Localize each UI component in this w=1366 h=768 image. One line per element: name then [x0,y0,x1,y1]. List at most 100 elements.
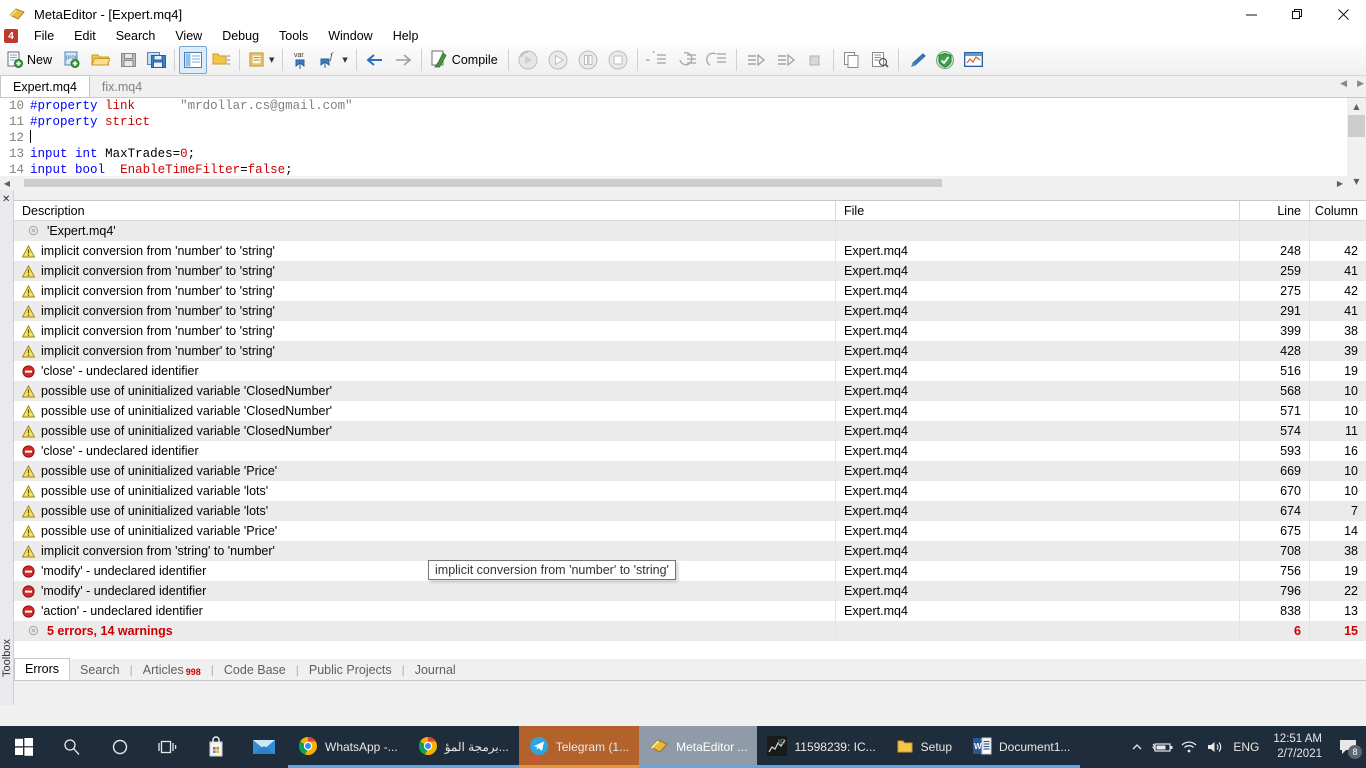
table-row[interactable]: 'Expert.mq4' [14,221,1366,241]
language-indicator[interactable]: ENG [1229,726,1263,768]
table-row[interactable]: implicit conversion from 'number' to 'st… [14,321,1366,341]
hscroll-track[interactable] [14,176,1333,190]
column-header-description[interactable]: Description [14,201,836,220]
mdi-document-icon[interactable]: 4 [4,29,18,43]
tbx-tab-errors[interactable]: Errors [14,658,70,680]
toggle-toolbox-button[interactable] [207,46,235,74]
table-row[interactable]: possible use of uninitialized variable '… [14,521,1366,541]
table-row[interactable]: implicit conversion from 'number' to 'st… [14,281,1366,301]
save-button[interactable] [114,46,142,74]
column-header-column[interactable]: Column [1310,201,1366,220]
close-icon[interactable]: ✕ [2,194,10,205]
taskbar-item-metatrader[interactable]: IC 11598239: IC... [757,726,885,768]
doctab-expert-mq4[interactable]: Expert.mq4 [0,75,90,97]
tbx-tab-public-projects[interactable]: Public Projects [299,659,402,680]
step-over-button[interactable] [672,46,702,74]
search-taskbar-button[interactable] [48,726,96,768]
start-button[interactable] [0,726,48,768]
tbx-tab-search[interactable]: Search [70,659,130,680]
editor-vertical-scrollbar[interactable]: ▲ ▼ [1347,98,1366,190]
insert-function-button[interactable]: f ▼ [315,46,351,74]
pause-debug-button[interactable] [573,46,603,74]
column-header-line[interactable]: Line [1240,201,1310,220]
taskbar-item-setup[interactable]: Setup [886,726,962,768]
taskbar-item-telegram[interactable]: 65 Telegram (1... [519,726,639,768]
scroll-left-icon[interactable]: ◀ [0,176,14,190]
editor-horizontal-scrollbar[interactable]: ◀ ▶ [0,176,1347,190]
close-button[interactable] [1320,0,1366,28]
terminal-button[interactable] [959,46,989,74]
restart-debug-button[interactable] [513,46,543,74]
stop-debug-button[interactable] [603,46,633,74]
table-row[interactable]: implicit conversion from 'string' to 'nu… [14,541,1366,561]
code-editor[interactable]: 10#property link "mrdollar.cs@gmail.com"… [0,98,1366,176]
tab-prev-icon[interactable]: ◀ [1340,79,1347,89]
toggle-navigator-button[interactable] [179,46,207,74]
taskbar-item-word[interactable]: W Document1... [962,726,1080,768]
store-button[interactable] [192,726,240,768]
vscroll-thumb[interactable] [1348,115,1365,137]
mail-button[interactable] [240,726,288,768]
new-file-button[interactable]: New [2,46,58,74]
scroll-down-icon[interactable]: ▼ [1347,173,1366,190]
mql5-cloud-button[interactable] [931,46,959,74]
maximize-button[interactable] [1274,0,1320,28]
table-row[interactable]: implicit conversion from 'number' to 'st… [14,301,1366,321]
start-debug-button[interactable] [543,46,573,74]
minimize-button[interactable] [1228,0,1274,28]
compile-button[interactable]: Compile [426,46,504,74]
new-project-button[interactable]: proj [58,46,86,74]
step-into-button[interactable] [642,46,672,74]
table-row[interactable]: implicit conversion from 'number' to 'st… [14,241,1366,261]
taskbar-item-arabic-chrome[interactable]: برمجة المؤ... [408,726,519,768]
show-hidden-icons-button[interactable] [1125,726,1149,768]
menu-window[interactable]: Window [318,28,382,44]
step-out-button[interactable] [702,46,732,74]
open-button[interactable] [86,46,114,74]
hscroll-thumb[interactable] [24,179,942,187]
tbx-tab-journal[interactable]: Journal [405,659,466,680]
menu-edit[interactable]: Edit [64,28,106,44]
table-row[interactable]: possible use of uninitialized variable '… [14,381,1366,401]
battery-charging-icon[interactable] [1151,726,1175,768]
table-row[interactable]: possible use of uninitialized variable '… [14,401,1366,421]
chevron-down-icon[interactable]: ▼ [269,56,274,64]
profile-halt-button[interactable] [801,46,829,74]
table-row[interactable]: possible use of uninitialized variable '… [14,461,1366,481]
table-row[interactable]: 'close' - undeclared identifierExpert.mq… [14,441,1366,461]
table-row[interactable]: possible use of uninitialized variable '… [14,501,1366,521]
tbx-tab-code-base[interactable]: Code Base [214,659,296,680]
bookmark-button[interactable]: ▼ [244,46,278,74]
forward-button[interactable] [389,46,417,74]
menu-view[interactable]: View [165,28,212,44]
table-row[interactable]: 'action' - undeclared identifierExpert.m… [14,601,1366,621]
taskbar-item-whatsapp[interactable]: WhatsApp -... [288,726,408,768]
save-all-button[interactable] [142,46,170,74]
scroll-right-icon[interactable]: ▶ [1333,176,1347,190]
doctab-fix-mq4[interactable]: fix.mq4 [90,76,154,97]
menu-debug[interactable]: Debug [212,28,269,44]
tbx-tab-articles[interactable]: Articles 998 [133,659,211,680]
table-row[interactable]: 'close' - undeclared identifierExpert.mq… [14,361,1366,381]
chevron-down-icon[interactable]: ▼ [342,56,347,64]
speaker-icon[interactable] [1203,726,1227,768]
profile-start-button[interactable] [741,46,771,74]
back-button[interactable] [361,46,389,74]
profile-stop-button[interactable] [771,46,801,74]
wifi-icon[interactable] [1177,726,1201,768]
clock[interactable]: 12:51 AM 2/7/2021 [1265,726,1330,768]
menu-help[interactable]: Help [383,28,429,44]
table-row[interactable]: implicit conversion from 'number' to 'st… [14,261,1366,281]
task-view-button[interactable] [144,726,192,768]
scroll-up-icon[interactable]: ▲ [1347,98,1366,115]
table-row[interactable]: implicit conversion from 'number' to 'st… [14,341,1366,361]
styler-button[interactable] [903,46,931,74]
insert-variable-button[interactable]: var [287,46,315,74]
action-center-button[interactable]: 8 [1332,726,1364,768]
cortana-button[interactable] [96,726,144,768]
table-row[interactable]: 5 errors, 14 warnings615 [14,621,1366,641]
menu-search[interactable]: Search [106,28,166,44]
style-check-button[interactable] [866,46,894,74]
column-header-file[interactable]: File [836,201,1240,220]
table-row[interactable]: possible use of uninitialized variable '… [14,421,1366,441]
